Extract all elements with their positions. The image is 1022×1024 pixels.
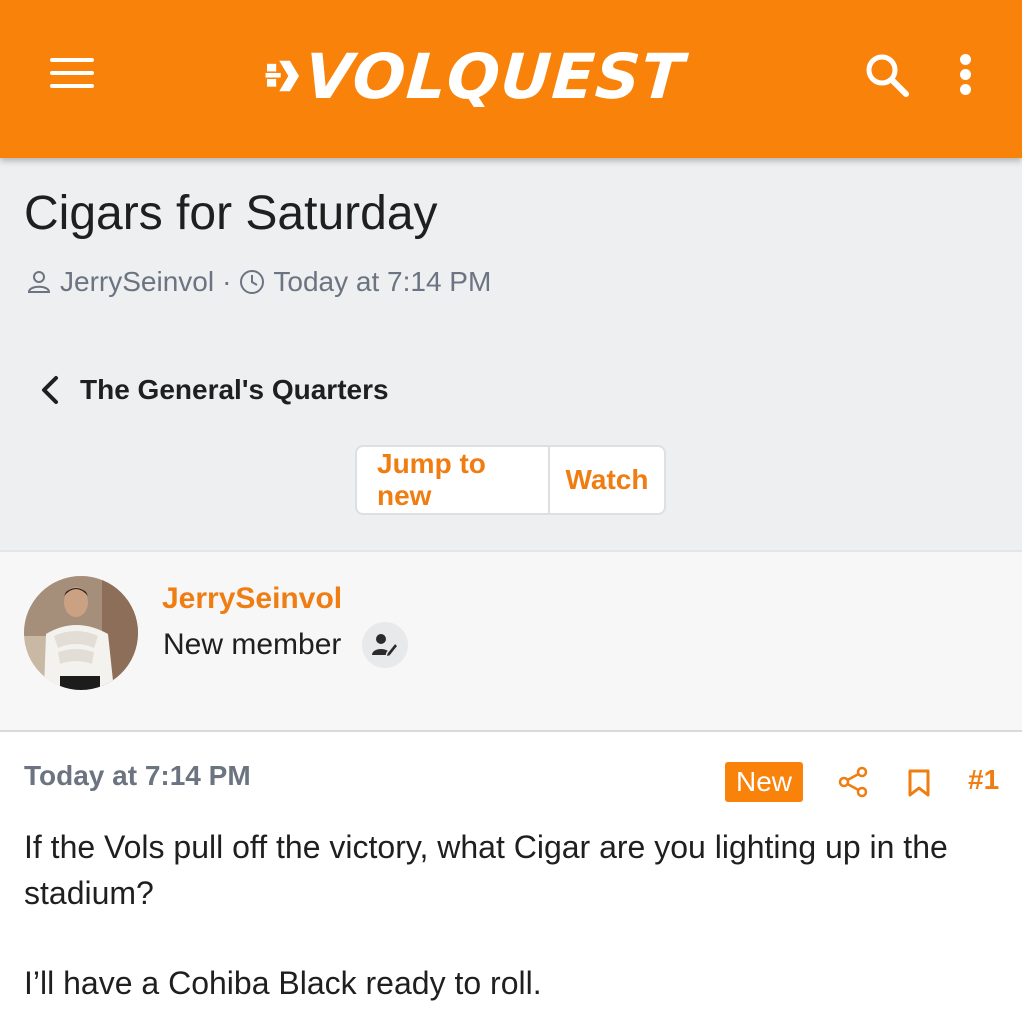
thread-header: Cigars for Saturday JerrySeinvol · Today… — [0, 158, 1022, 550]
post-paragraph: If the Vols pull off the victory, what C… — [24, 829, 948, 911]
hamburger-menu-icon[interactable] — [48, 52, 96, 96]
meta-separator: · — [222, 266, 232, 297]
post-number-link[interactable]: #1 — [968, 764, 999, 796]
thread-timestamp[interactable]: Today at 7:14 PM — [273, 266, 491, 298]
thread-title: Cigars for Saturday — [24, 187, 438, 240]
site-name: VOLQUEST — [301, 39, 687, 113]
share-icon[interactable] — [838, 766, 868, 798]
thread-author-link[interactable]: JerrySeinvol — [60, 266, 214, 298]
avatar[interactable] — [24, 576, 138, 690]
search-icon[interactable] — [862, 50, 912, 100]
thread-action-buttons: Jump to new Watch — [355, 445, 666, 515]
breadcrumb-label: The General's Quarters — [80, 374, 389, 405]
post: Today at 7:14 PM New #1 If the Vols pull… — [0, 732, 1022, 1024]
post-author-role: New member — [163, 628, 342, 661]
clock-icon — [240, 270, 265, 294]
post-timestamp[interactable]: Today at 7:14 PM — [24, 760, 251, 792]
post-author-name[interactable]: JerrySeinvol — [162, 582, 342, 616]
top-app-bar: VOLQUEST — [0, 0, 1022, 158]
logo-mark-icon — [265, 60, 300, 92]
more-vertical-icon[interactable] — [950, 52, 982, 98]
thread-meta: JerrySeinvol · Today at 7:14 PM — [26, 262, 491, 302]
user-icon — [27, 271, 51, 293]
avatar-image — [24, 576, 138, 690]
chevron-left-icon — [42, 376, 58, 404]
site-logo[interactable]: VOLQUEST — [264, 36, 687, 116]
post-body: If the Vols pull off the victory, what C… — [24, 824, 1004, 1006]
post-author-section: JerrySeinvol New member — [0, 550, 1022, 732]
breadcrumb-back-link[interactable]: The General's Quarters — [38, 370, 389, 410]
user-edit-icon — [362, 622, 408, 668]
new-badge: New — [725, 762, 803, 802]
post-paragraph: I’ll have a Cohiba Black ready to roll. — [24, 965, 542, 1001]
jump-to-new-button[interactable]: Jump to new — [357, 447, 550, 513]
bookmark-icon[interactable] — [906, 768, 932, 798]
watch-button[interactable]: Watch — [550, 447, 664, 513]
